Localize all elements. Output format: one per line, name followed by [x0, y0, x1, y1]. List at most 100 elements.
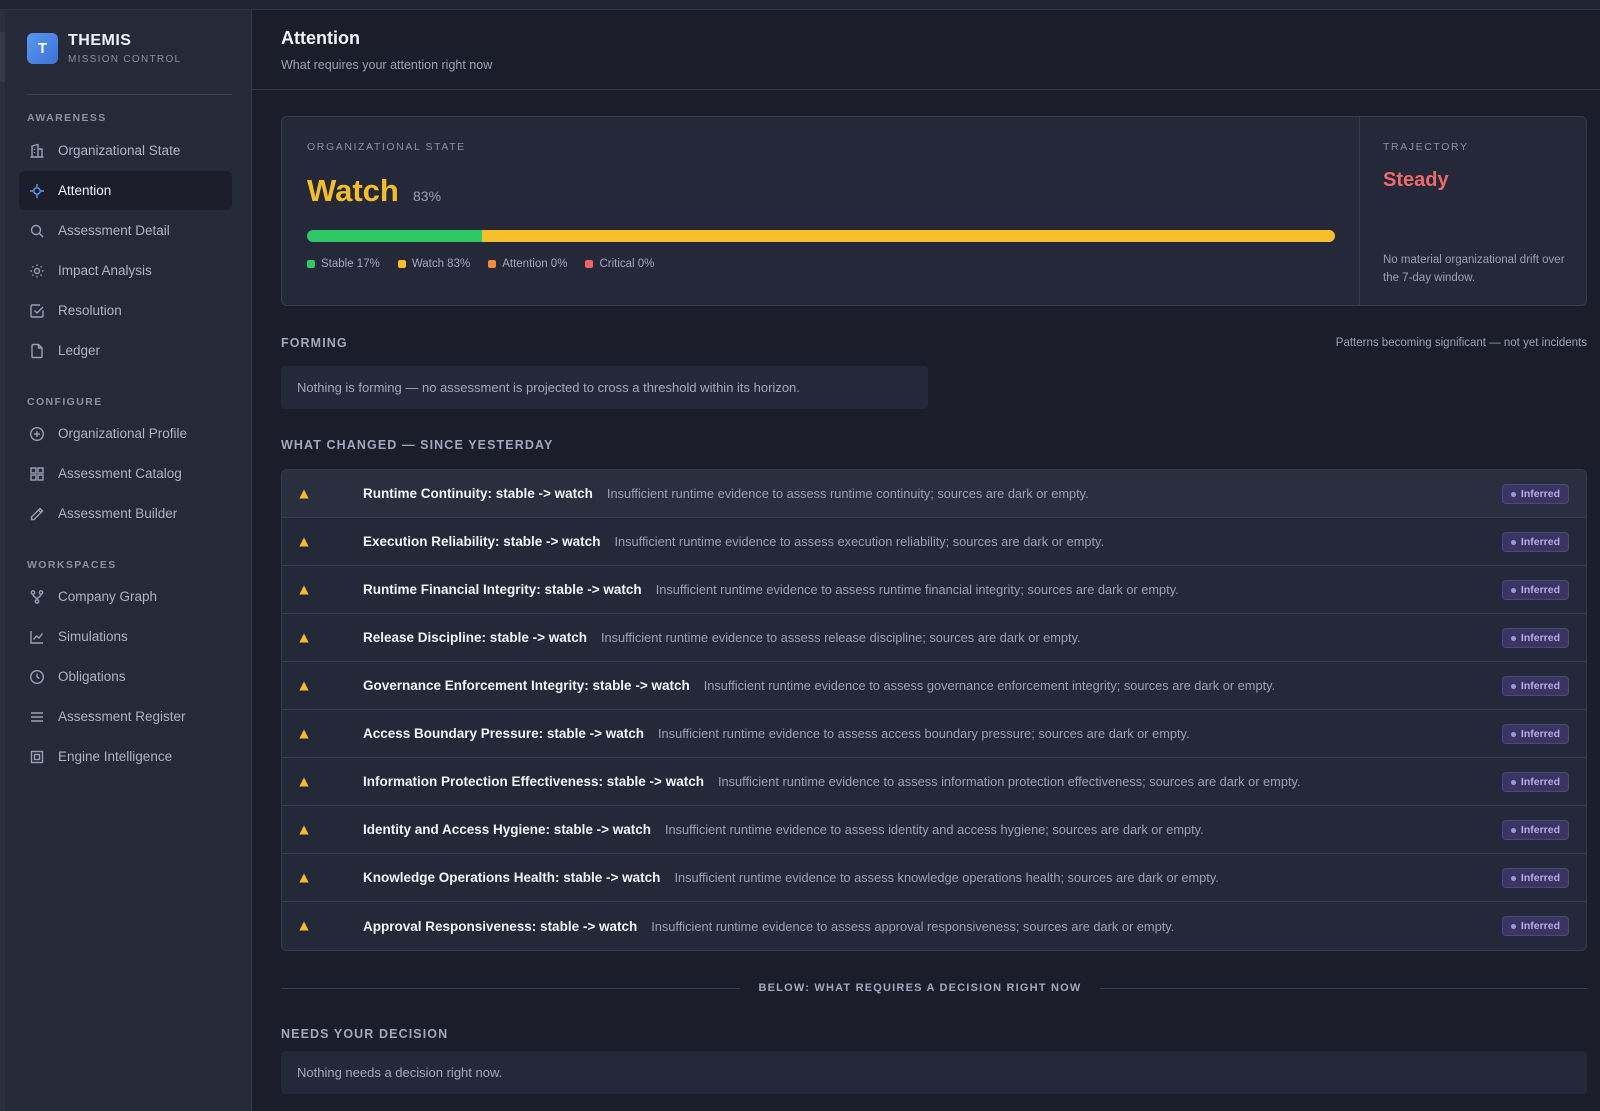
change-row[interactable]: Release Discipline: stable -> watch Insuf…: [282, 614, 1586, 662]
section-label-configure: CONFIGURE: [27, 396, 103, 408]
sidebar-item-label: Impact Analysis: [58, 263, 152, 278]
clock-icon: [29, 669, 45, 685]
change-text: Information Protection Effectiveness: st…: [363, 774, 1301, 789]
warning-triangle-icon: [299, 729, 309, 739]
legend-label: Watch 83%: [411, 258, 471, 270]
top-strip: [0, 0, 1600, 10]
main-content: Attention What requires your attention r…: [252, 10, 1600, 1111]
sidebar-item-assessment-register[interactable]: Assessment Register: [19, 697, 232, 736]
legend-swatch: [488, 260, 497, 268]
brand-subtitle: MISSION CONTROL: [68, 54, 182, 65]
search-icon: [29, 223, 45, 239]
sidebar-item-label: Simulations: [58, 629, 128, 644]
change-description: Insufficient runtime evidence to assess …: [614, 534, 1105, 549]
badge-dot-icon: [1510, 875, 1516, 881]
grid-icon: [29, 466, 45, 482]
change-title: Access Boundary Pressure: stable -> watc…: [363, 726, 644, 741]
change-row[interactable]: Runtime Financial Integrity: stable -> w…: [282, 566, 1586, 614]
change-text: Runtime Financial Integrity: stable -> w…: [363, 582, 1179, 597]
badge-dot-icon: [1510, 779, 1516, 785]
sidebar-item-organizational-profile[interactable]: Organizational Profile: [19, 414, 232, 453]
line-chart-icon: [29, 629, 45, 645]
page-title: Attention: [281, 28, 360, 48]
state-label: ORGANIZATIONAL STATE: [307, 141, 466, 153]
change-row[interactable]: Information Protection Effectiveness: st…: [282, 758, 1586, 806]
change-title: Knowledge Operations Health: stable -> w…: [363, 870, 661, 885]
brand-name: THEMIS: [68, 32, 132, 49]
sidebar-item-label: Assessment Builder: [58, 506, 178, 521]
change-row[interactable]: Access Boundary Pressure: stable -> watc…: [282, 710, 1586, 758]
divider-line-right: [1100, 988, 1587, 989]
change-text: Approval Responsiveness: stable -> watch…: [363, 919, 1174, 934]
trajectory-panel: TRAJECTORY Steady No material organizati…: [1360, 117, 1586, 305]
legend-label: Critical 0%: [599, 258, 655, 270]
change-title: Execution Reliability: stable -> watch: [363, 534, 601, 549]
legend-item-stable: Stable 17%: [307, 258, 380, 270]
sidebar: T THEMIS MISSION CONTROL AWARENESS Organ…: [5, 10, 252, 1111]
legend-label: Attention 0%: [502, 258, 568, 270]
sidebar-item-label: Organizational Profile: [58, 426, 188, 441]
organizational-state-card: ORGANIZATIONAL STATE Watch 83% Stable 17…: [281, 116, 1587, 306]
forming-empty-state: Nothing is forming — no assessment is pr…: [281, 366, 928, 409]
sidebar-item-engine-intelligence[interactable]: Engine Intelligence: [19, 737, 232, 776]
sidebar-item-attention[interactable]: Attention: [19, 171, 232, 210]
change-text: Access Boundary Pressure: stable -> watc…: [363, 726, 1190, 741]
change-description: Insufficient runtime evidence to assess …: [655, 582, 1179, 597]
change-row[interactable]: Execution Reliability: stable -> watch In…: [282, 518, 1586, 566]
section-label-workspaces: WORKSPACES: [27, 559, 117, 571]
sun-icon: [29, 263, 45, 279]
sidebar-item-company-graph[interactable]: Company Graph: [19, 577, 232, 616]
sidebar-item-assessment-detail[interactable]: Assessment Detail: [19, 211, 232, 250]
change-row[interactable]: Approval Responsiveness: stable -> watch…: [282, 902, 1586, 950]
sidebar-item-organizational-state[interactable]: Organizational State: [19, 131, 232, 170]
trajectory-label: TRAJECTORY: [1383, 141, 1469, 153]
change-text: Runtime Continuity: stable -> watch Insuf…: [363, 486, 1089, 501]
badge-dot-icon: [1510, 635, 1516, 641]
badge-label: Inferred: [1520, 776, 1560, 788]
inferred-badge: Inferred: [1501, 724, 1569, 744]
changes-list: Runtime Continuity: stable -> watch Insuf…: [281, 469, 1587, 951]
building-icon: [29, 143, 45, 159]
changes-heading: WHAT CHANGED — SINCE YESTERDAY: [281, 438, 554, 452]
change-row[interactable]: Identity and Access Hygiene: stable -> w…: [282, 806, 1586, 854]
sidebar-item-simulations[interactable]: Simulations: [19, 617, 232, 656]
inferred-badge: Inferred: [1501, 532, 1569, 552]
sidebar-item-obligations[interactable]: Obligations: [19, 657, 232, 696]
sidebar-item-label: Obligations: [58, 669, 126, 684]
inferred-badge: Inferred: [1501, 580, 1569, 600]
sidebar-item-label: Organizational State: [58, 143, 181, 158]
chip-icon: [29, 749, 45, 765]
sidebar-item-impact-analysis[interactable]: Impact Analysis: [19, 251, 232, 290]
change-text: Governance Enforcement Integrity: stable…: [363, 678, 1275, 693]
crosshair-icon: [29, 183, 45, 199]
sidebar-item-ledger[interactable]: Ledger: [19, 331, 232, 370]
badge-label: Inferred: [1520, 536, 1560, 548]
branch-icon: [29, 589, 45, 605]
decision-empty-state: Nothing needs a decision right now.: [281, 1051, 1587, 1094]
badge-dot-icon: [1510, 491, 1516, 497]
decision-heading: NEEDS YOUR DECISION: [281, 1027, 449, 1041]
badge-label: Inferred: [1520, 920, 1560, 932]
sidebar-item-label: Assessment Detail: [58, 223, 170, 238]
pencil-icon: [29, 506, 45, 522]
change-description: Insufficient runtime evidence to assess …: [717, 774, 1301, 789]
state-percent: 83%: [413, 188, 442, 204]
change-row[interactable]: Governance Enforcement Integrity: stable…: [282, 662, 1586, 710]
change-row[interactable]: Runtime Continuity: stable -> watch Insuf…: [282, 470, 1586, 518]
sidebar-item-resolution[interactable]: Resolution: [19, 291, 232, 330]
legend-item-critical: Critical 0%: [585, 258, 654, 270]
badge-label: Inferred: [1520, 872, 1560, 884]
badge-dot-icon: [1510, 539, 1516, 545]
badge-dot-icon: [1510, 683, 1516, 689]
change-title: Information Protection Effectiveness: st…: [363, 774, 704, 789]
inferred-badge: Inferred: [1501, 916, 1569, 936]
legend-label: Stable 17%: [321, 258, 380, 270]
change-description: Insufficient runtime evidence to assess …: [600, 630, 1081, 645]
brand[interactable]: T THEMIS MISSION CONTROL: [27, 32, 181, 65]
sidebar-item-assessment-catalog[interactable]: Assessment Catalog: [19, 454, 232, 493]
change-row[interactable]: Knowledge Operations Health: stable -> w…: [282, 854, 1586, 902]
change-title: Runtime Continuity: stable -> watch: [363, 486, 593, 501]
sidebar-item-assessment-builder[interactable]: Assessment Builder: [19, 494, 232, 533]
sidebar-item-label: Resolution: [58, 303, 122, 318]
badge-label: Inferred: [1520, 584, 1560, 596]
